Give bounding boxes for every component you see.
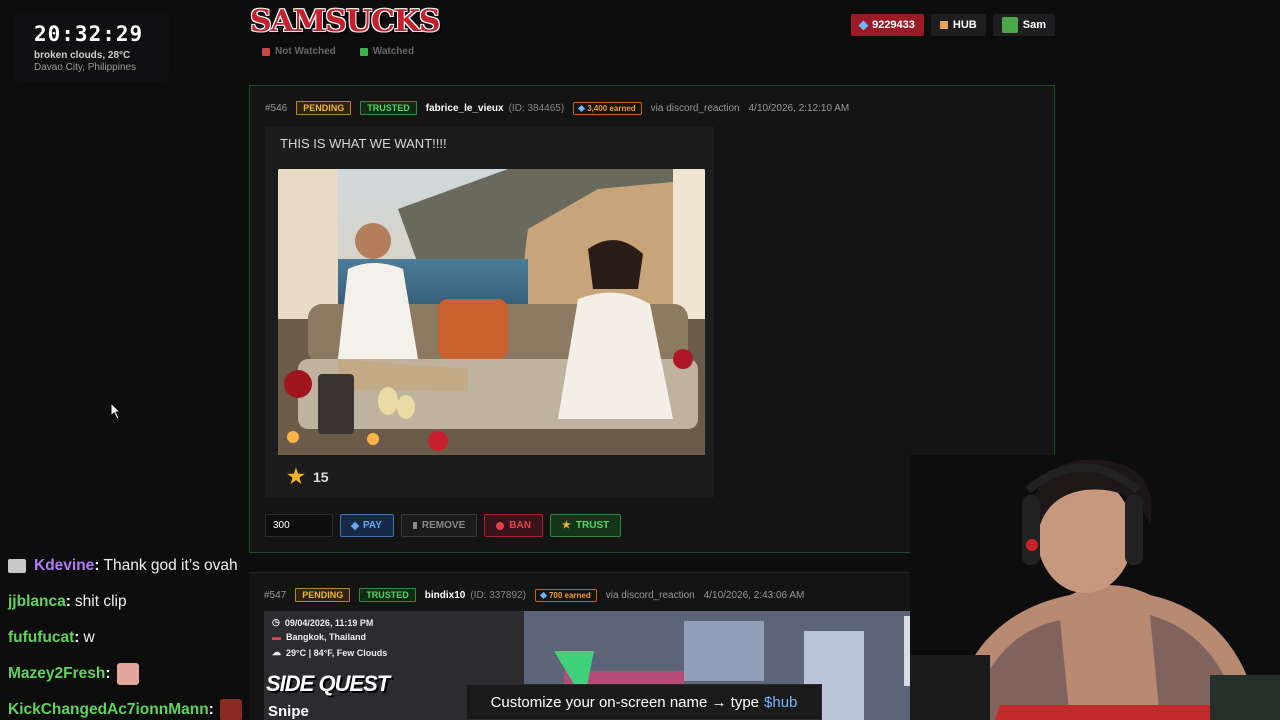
trusted-badge: TRUSTED [360, 101, 417, 115]
user-menu-button[interactable]: Sam [992, 14, 1055, 36]
chat-message: fufufucat: w [8, 629, 95, 646]
balance-button[interactable]: 9229433 [851, 14, 924, 36]
chat-username: Mazey2Fresh [8, 665, 106, 682]
chat-message: KickChangedAc7ionnMann: [0, 692, 255, 720]
chat-username: KickChangedAc7ionnMann [8, 701, 209, 718]
clock-widget: 20:32:29 broken clouds, 28°C Davao City,… [14, 12, 169, 82]
star-count: ★ 15 [287, 467, 329, 487]
status-badge: PENDING [295, 588, 351, 602]
submitter-username[interactable]: bindix10 [425, 590, 466, 601]
chat-username: jjblanca [8, 593, 66, 610]
chat-message: Mazey2Fresh: [0, 656, 255, 692]
trash-icon [412, 522, 417, 529]
trusted-badge: TRUSTED [359, 588, 416, 602]
earned-badge: 700 earned [534, 588, 597, 602]
cloud-icon: ☁ [272, 647, 281, 657]
name-customize-toast: Customize your on-screen name → type $hu… [466, 684, 822, 720]
filter-row: Not Watched Watched [262, 46, 414, 57]
overlay-subtitle: Snipe [268, 703, 309, 720]
home-icon [939, 21, 948, 29]
post-preview: THIS IS WHAT WE WANT!!!! ★ 15 [265, 126, 714, 498]
pay-button[interactable]: PAY [340, 514, 394, 537]
submission-number: #546 [265, 102, 288, 114]
face-emote-icon [219, 699, 242, 720]
star-count-value: 15 [312, 469, 329, 485]
ban-icon [496, 521, 505, 530]
not-watched-icon [262, 47, 270, 56]
site-logo[interactable]: SAMSUCKS [250, 4, 441, 39]
moderation-actions: PAY REMOVE BAN ★ TRUST [265, 514, 622, 537]
gem-icon [858, 20, 869, 30]
gem-icon [350, 521, 360, 530]
toast-command: $hub [764, 693, 798, 711]
face-emote-icon [116, 663, 139, 685]
submitter-username[interactable]: fabrice_le_vieux [426, 103, 504, 114]
overlay-place: ▬ Bangkok, Thailand [272, 632, 367, 642]
clock-weather: broken clouds, 28°C [34, 50, 131, 61]
earned-badge: 3,400 earned [573, 101, 642, 115]
submission-number: #547 [264, 589, 287, 601]
chat-username: fufufucat [8, 629, 75, 646]
submission-timestamp: 4/10/2026, 2:12:10 AM [748, 102, 850, 114]
submitter-id: (ID: 384465) [508, 102, 565, 114]
chat-badge-icon [8, 559, 26, 573]
clock-icon: ◷ [272, 617, 280, 627]
post-image[interactable] [278, 169, 705, 455]
user-label: Sam [1022, 19, 1046, 31]
top-bar: SAMSUCKS 9229433 HUB Sam [250, 0, 1055, 52]
gem-icon [539, 591, 547, 599]
chat-text: w [83, 629, 95, 646]
overlay-date: ◷ 09/04/2026, 11:19 PM [272, 617, 374, 628]
couple-photo-illustration [278, 169, 705, 455]
chat-username: Kdevine [34, 557, 95, 574]
remove-button[interactable]: REMOVE [400, 514, 478, 537]
avatar [1001, 17, 1018, 33]
overlay-title: SIDE QUEST [266, 671, 390, 696]
gem-icon [578, 104, 586, 112]
mouse-cursor-icon [110, 401, 122, 425]
submission-timestamp: 4/10/2026, 2:43:06 AM [703, 589, 805, 601]
hub-button[interactable]: HUB [930, 14, 986, 36]
chat-text: Thank god it’s ovah [103, 557, 238, 574]
submitter-id: (ID: 337892) [470, 589, 526, 601]
flag-icon: ▬ [272, 632, 281, 642]
chat-overlay: Kdevine: Thank god it’s ovah jjblanca: shi… [0, 548, 255, 720]
submission-meta: #547 PENDING TRUSTED bindix10 (ID: 33789… [264, 588, 804, 602]
submission-meta: #546 PENDING TRUSTED fabrice_le_vieux (I… [265, 101, 849, 115]
star-icon: ★ [561, 520, 571, 531]
webcam-overlay [910, 455, 1280, 720]
status-badge: PENDING [296, 101, 352, 115]
hub-label: HUB [952, 19, 977, 31]
filter-not-watched[interactable]: Not Watched [262, 46, 336, 57]
clock-time: 20:32:29 [34, 22, 144, 46]
pay-amount-input[interactable] [265, 514, 333, 537]
submission-source: via discord_reaction [605, 589, 695, 601]
streamer-webcam-illustration [910, 455, 1280, 720]
chat-message: Kdevine: Thank god it’s ovah [0, 548, 255, 584]
filter-watched[interactable]: Watched [359, 46, 414, 57]
submission-source: via discord_reaction [650, 102, 740, 114]
header-nav: 9229433 HUB Sam [851, 14, 1055, 36]
overlay-weather: ☁ 29°C | 84°F, Few Clouds [272, 647, 388, 658]
toast-text: Customize your on-screen name → type [490, 693, 760, 711]
chat-message: jjblanca: shit clip [8, 593, 127, 610]
ban-button[interactable]: BAN [484, 514, 543, 537]
balance-value: 9229433 [872, 19, 915, 31]
trust-button[interactable]: ★ TRUST [549, 514, 622, 537]
post-caption: THIS IS WHAT WE WANT!!!! [280, 136, 447, 151]
watched-icon [359, 47, 368, 56]
chat-text: shit clip [74, 593, 127, 610]
star-icon: ★ [287, 466, 305, 488]
clock-location: Davao City, Philippines [34, 62, 137, 73]
